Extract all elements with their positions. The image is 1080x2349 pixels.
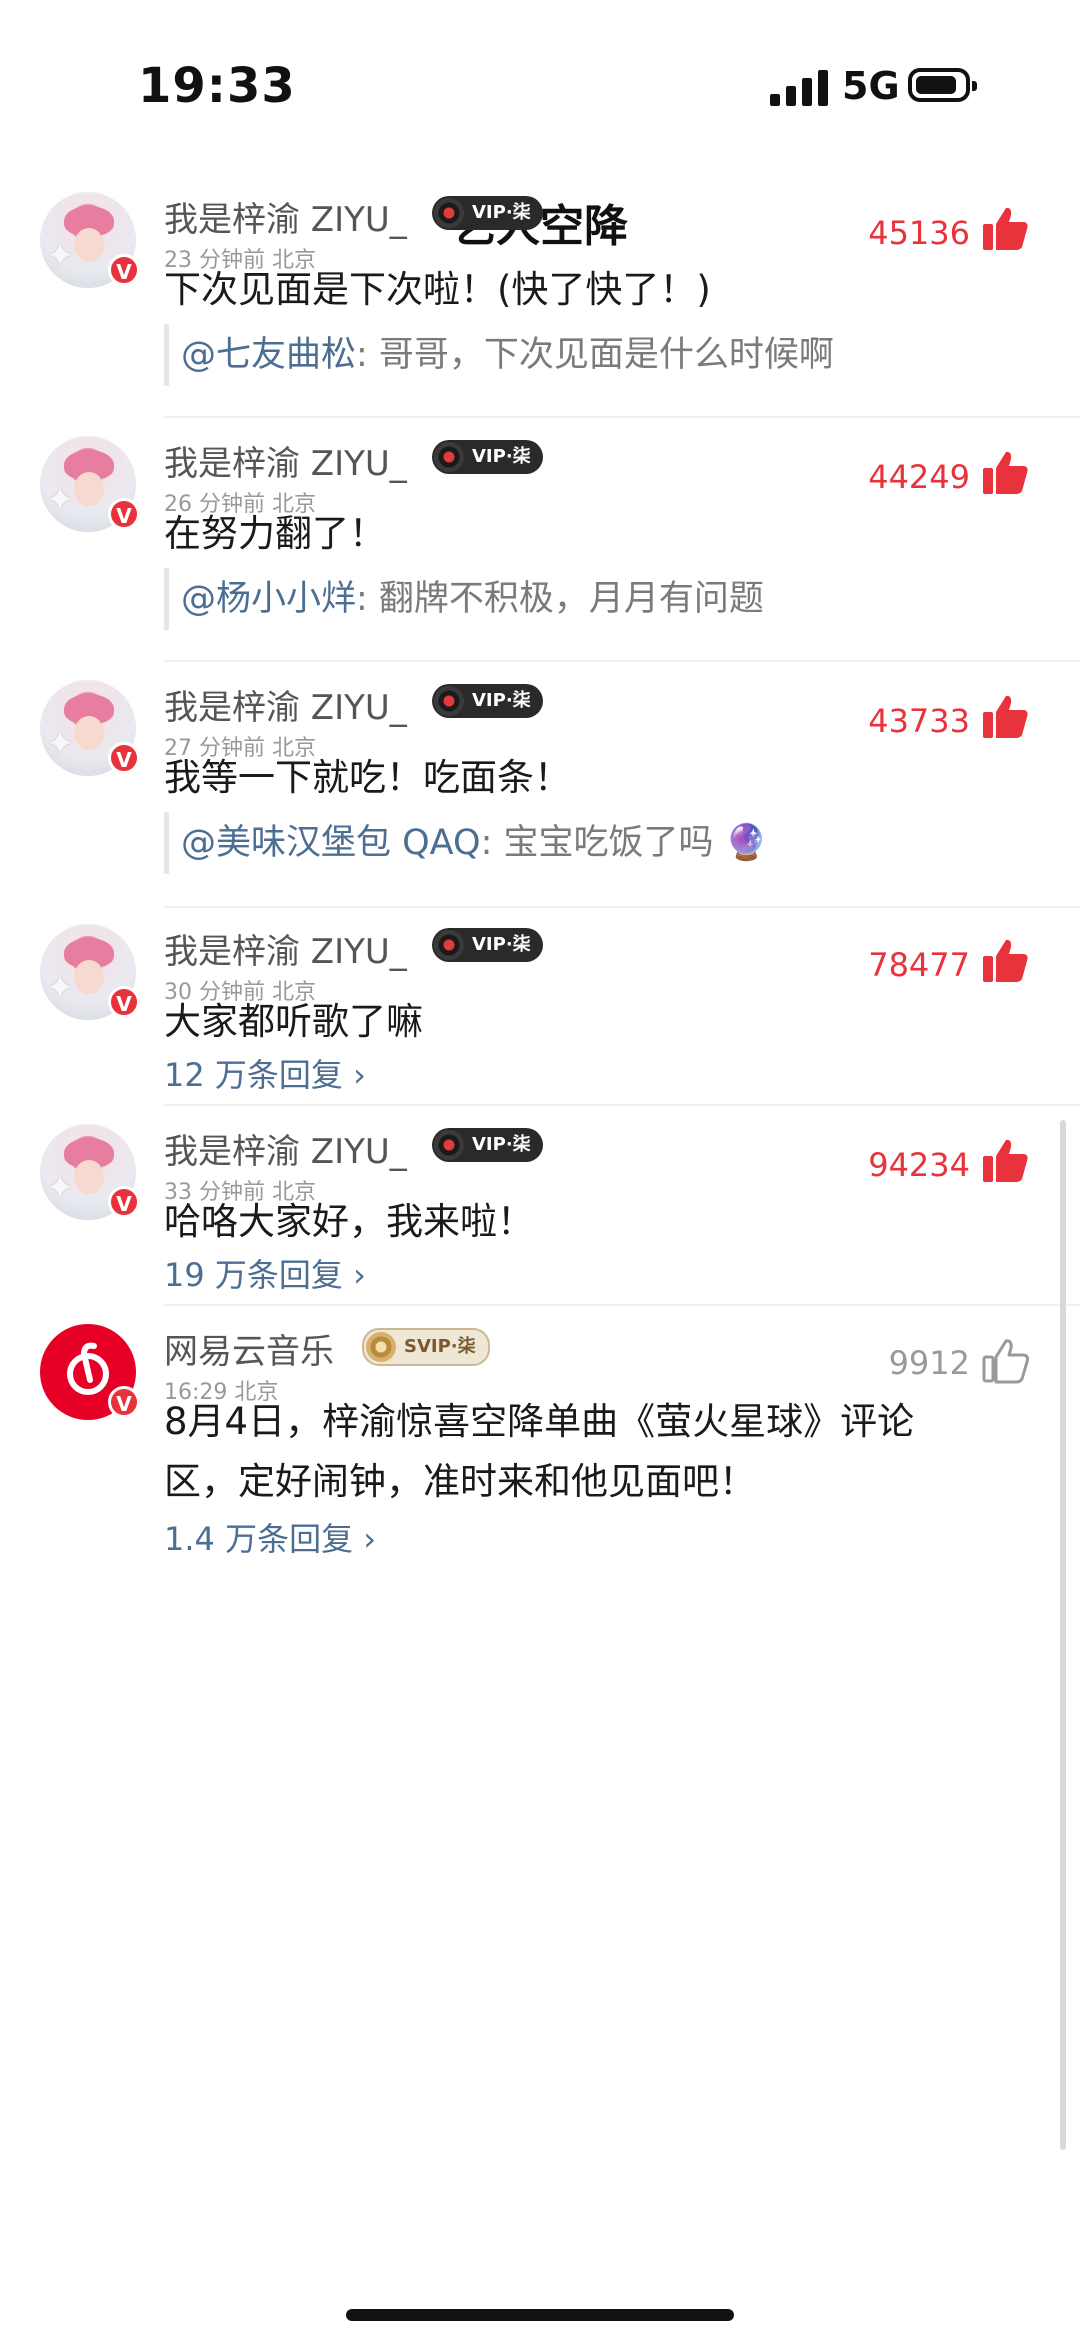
divider bbox=[164, 1104, 1080, 1106]
vip-label: VIP·柒 bbox=[472, 1134, 531, 1155]
comment-text-line-1: 8月4日，梓渝惊喜空降单曲《萤火星球》评论 bbox=[164, 1400, 915, 1443]
comment-item: ✦ V 我是梓渝 ZIYU_ VIP·柒 23 分钟前 北京 45136 下次见… bbox=[0, 192, 1080, 418]
comment-text: 在努力翻了！ bbox=[164, 512, 386, 555]
scrollbar[interactable] bbox=[1060, 1120, 1066, 2150]
username[interactable]: 我是梓渝 ZIYU_ bbox=[164, 1124, 407, 1173]
vip-label: VIP·柒 bbox=[472, 690, 531, 711]
star-icon: ✦ bbox=[46, 1168, 75, 1208]
username[interactable]: 我是梓渝 ZIYU_ bbox=[164, 436, 407, 485]
quote-text: : 宝宝吃饭了吗 🔮 bbox=[480, 823, 769, 863]
star-icon: ✦ bbox=[46, 968, 75, 1008]
comment-item: V 网易云音乐 SVIP·柒 16:29 北京 9912 8月4日，梓渝惊喜空降… bbox=[0, 1324, 1080, 1564]
quote-text: : 翻牌不积极，月月有问题 bbox=[356, 579, 764, 619]
vip-label: VIP·柒 bbox=[472, 934, 531, 955]
vip-badge[interactable]: VIP·柒 bbox=[432, 684, 543, 718]
vinyl-disc-icon bbox=[434, 686, 464, 716]
like-count: 9912 bbox=[888, 1344, 970, 1382]
star-icon: ✦ bbox=[46, 724, 75, 764]
username[interactable]: 我是梓渝 ZIYU_ bbox=[164, 192, 407, 241]
divider bbox=[164, 416, 1080, 418]
comment-text: 大家都听歌了嘛 bbox=[164, 1000, 423, 1043]
battery-icon bbox=[908, 68, 977, 102]
vip-badge[interactable]: VIP·柒 bbox=[432, 440, 543, 474]
verified-badge-icon: V bbox=[108, 1386, 140, 1418]
avatar[interactable]: ✦ V bbox=[40, 924, 140, 1020]
network-type: 5G bbox=[842, 64, 900, 108]
thumbs-up-icon[interactable] bbox=[980, 204, 1030, 254]
verified-badge-icon: V bbox=[108, 1186, 140, 1218]
verified-badge-icon: V bbox=[108, 986, 140, 1018]
username[interactable]: 网易云音乐 bbox=[164, 1324, 334, 1373]
like-count: 45136 bbox=[868, 214, 970, 252]
divider bbox=[164, 1304, 1080, 1306]
thumbs-up-icon[interactable] bbox=[980, 936, 1030, 986]
thumbs-up-outline-icon[interactable] bbox=[980, 1336, 1030, 1386]
comment-item: ✦ V 我是梓渝 ZIYU_ VIP·柒 30 分钟前 北京 78477 大家都… bbox=[0, 924, 1080, 1104]
vinyl-disc-icon bbox=[434, 1130, 464, 1160]
like-count: 78477 bbox=[868, 946, 970, 984]
star-icon: ✦ bbox=[46, 480, 75, 520]
svip-badge[interactable]: SVIP·柒 bbox=[362, 1328, 490, 1366]
like-count: 94234 bbox=[868, 1146, 970, 1184]
verified-badge-icon: V bbox=[108, 254, 140, 286]
vip-label: SVIP·柒 bbox=[404, 1336, 476, 1357]
status-time: 19:33 bbox=[138, 58, 296, 114]
status-bar: 19:33 5G bbox=[0, 0, 1080, 170]
thumbs-up-icon[interactable] bbox=[980, 448, 1030, 498]
avatar[interactable]: ✦ V bbox=[40, 1124, 140, 1220]
comment-item: ✦ V 我是梓渝 ZIYU_ VIP·柒 26 分钟前 北京 44249 在努力… bbox=[0, 436, 1080, 662]
comment-item: ✦ V 我是梓渝 ZIYU_ VIP·柒 27 分钟前 北京 43733 我等一… bbox=[0, 680, 1080, 906]
comment-text: 我等一下就吃！吃面条！ bbox=[164, 756, 571, 799]
comment-text-line-2: 区，定好闹钟，准时来和他见面吧！ bbox=[164, 1460, 756, 1503]
vinyl-disc-icon bbox=[434, 442, 464, 472]
signal-icon bbox=[770, 70, 830, 106]
vip-badge[interactable]: VIP·柒 bbox=[432, 1128, 543, 1162]
view-replies-link[interactable]: 1.4 万条回复 › bbox=[164, 1514, 376, 1560]
like-count: 43733 bbox=[868, 702, 970, 740]
quoted-reply[interactable]: @美味汉堡包 QAQ: 宝宝吃饭了吗 🔮 bbox=[164, 812, 768, 874]
thumbs-up-icon[interactable] bbox=[980, 692, 1030, 742]
verified-badge-icon: V bbox=[108, 498, 140, 530]
avatar[interactable]: V bbox=[40, 1324, 140, 1420]
view-replies-link[interactable]: 12 万条回复 › bbox=[164, 1050, 366, 1096]
verified-badge-icon: V bbox=[108, 742, 140, 774]
vinyl-disc-icon bbox=[366, 1332, 396, 1362]
view-replies-link[interactable]: 19 万条回复 › bbox=[164, 1250, 366, 1296]
divider bbox=[164, 660, 1080, 662]
vip-label: VIP·柒 bbox=[472, 446, 531, 467]
quote-text: : 哥哥，下次见面是什么时候啊 bbox=[356, 335, 834, 375]
avatar[interactable]: ✦ V bbox=[40, 436, 140, 532]
comment-text: 哈咯大家好，我来啦！ bbox=[164, 1200, 534, 1243]
avatar[interactable]: ✦ V bbox=[40, 680, 140, 776]
mention-user[interactable]: @七友曲松 bbox=[181, 335, 356, 375]
comment-item: ✦ V 我是梓渝 ZIYU_ VIP·柒 33 分钟前 北京 94234 哈咯大… bbox=[0, 1124, 1080, 1304]
home-indicator[interactable] bbox=[346, 2309, 734, 2321]
username[interactable]: 我是梓渝 ZIYU_ bbox=[164, 924, 407, 973]
username[interactable]: 我是梓渝 ZIYU_ bbox=[164, 680, 407, 729]
vinyl-disc-icon bbox=[434, 930, 464, 960]
star-icon: ✦ bbox=[46, 236, 75, 276]
mention-user[interactable]: @美味汉堡包 QAQ bbox=[181, 823, 481, 863]
mention-user[interactable]: @杨小小烊 bbox=[181, 579, 356, 619]
vinyl-disc-icon bbox=[434, 198, 464, 228]
avatar[interactable]: ✦ V bbox=[40, 192, 140, 288]
comment-text: 下次见面是下次啦！(快了快了！) bbox=[164, 268, 711, 311]
like-count: 44249 bbox=[868, 458, 970, 496]
divider bbox=[164, 906, 1080, 908]
vip-badge[interactable]: VIP·柒 bbox=[432, 928, 543, 962]
quoted-reply[interactable]: @七友曲松: 哥哥，下次见面是什么时候啊 bbox=[164, 324, 834, 386]
vip-badge[interactable]: VIP·柒 bbox=[432, 196, 543, 230]
thumbs-up-icon[interactable] bbox=[980, 1136, 1030, 1186]
quoted-reply[interactable]: @杨小小烊: 翻牌不积极，月月有问题 bbox=[164, 568, 764, 630]
vip-label: VIP·柒 bbox=[472, 202, 531, 223]
